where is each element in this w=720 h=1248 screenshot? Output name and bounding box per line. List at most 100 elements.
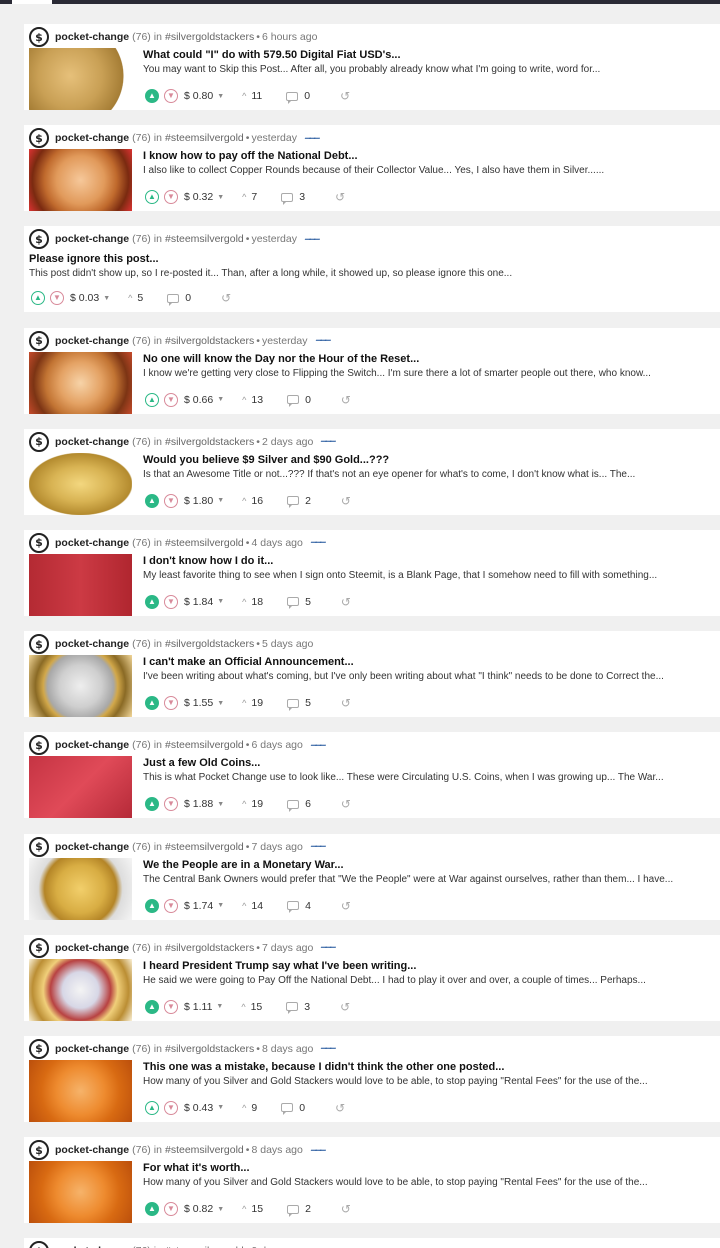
- post-thumbnail[interactable]: [29, 48, 132, 110]
- comment-count[interactable]: 0: [185, 292, 191, 304]
- comment-count[interactable]: 5: [305, 697, 311, 709]
- comment-icon[interactable]: [287, 597, 300, 610]
- post-thumbnail[interactable]: [29, 857, 132, 920]
- post-card[interactable]: $ pocket-change (76) in #steemsilvergold…: [24, 833, 720, 920]
- post-title[interactable]: Would you believe $9 Silver and $90 Gold…: [143, 454, 712, 466]
- author-link[interactable]: pocket-change: [55, 1043, 129, 1055]
- chevron-down-icon[interactable]: ▼: [217, 1206, 224, 1213]
- author-link[interactable]: pocket-change: [55, 335, 129, 347]
- comment-icon[interactable]: [287, 698, 300, 711]
- comment-icon[interactable]: [287, 1204, 300, 1217]
- comment-count[interactable]: 0: [299, 1102, 305, 1114]
- post-excerpt[interactable]: This is what Pocket Change use to look l…: [143, 772, 712, 783]
- resteem-icon[interactable]: ↺: [341, 797, 351, 811]
- vote-count[interactable]: 16: [251, 495, 263, 507]
- post-body[interactable]: Would you believe $9 Silver and $90 Gold…: [143, 454, 712, 480]
- vote-count[interactable]: 11: [251, 90, 262, 102]
- category-tag[interactable]: #silvergoldstackers: [165, 31, 254, 43]
- post-card[interactable]: $ pocket-change (76) in #steemsilvergold…: [24, 529, 720, 616]
- upvote-icon[interactable]: ▲: [145, 1100, 159, 1115]
- downvote-icon[interactable]: ▼: [164, 898, 178, 913]
- post-body[interactable]: This one was a mistake, because I didn't…: [143, 1061, 712, 1087]
- post-card[interactable]: $ pocket-change (76) in #steemsilvergold…: [24, 125, 720, 212]
- post-card[interactable]: $ pocket-change (76) in #silvergoldstack…: [24, 327, 720, 414]
- vote-count[interactable]: 14: [251, 900, 263, 912]
- post-timestamp[interactable]: 8 days ago: [251, 1144, 302, 1156]
- dollar-avatar-icon[interactable]: $: [29, 836, 49, 857]
- payout-value[interactable]: $ 0.43: [184, 1102, 213, 1114]
- comment-count[interactable]: 3: [299, 191, 305, 203]
- comment-icon[interactable]: [286, 1002, 299, 1015]
- dollar-avatar-icon[interactable]: $: [29, 229, 49, 250]
- post-timestamp[interactable]: yesterday: [251, 233, 297, 245]
- post-excerpt[interactable]: I've been writing about what's coming, b…: [143, 671, 712, 682]
- resteem-icon[interactable]: ↺: [340, 1000, 350, 1014]
- post-thumbnail[interactable]: [29, 149, 132, 212]
- comment-count[interactable]: 6: [305, 798, 311, 810]
- post-card[interactable]: $ pocket-change (76) in #silvergoldstack…: [24, 24, 720, 110]
- post-excerpt[interactable]: You may want to Skip this Post... After …: [143, 64, 712, 75]
- post-card[interactable]: $ pocket-change (76) in #steemsilvergold…: [24, 226, 720, 313]
- category-tag[interactable]: #silvergoldstackers: [165, 335, 254, 347]
- post-excerpt[interactable]: How many of you Silver and Gold Stackers…: [143, 1076, 712, 1087]
- comment-count[interactable]: 3: [304, 1001, 310, 1013]
- payout-value[interactable]: $ 0.32: [184, 191, 213, 203]
- dollar-avatar-icon[interactable]: $: [29, 1140, 49, 1161]
- upvote-icon[interactable]: ▲: [145, 493, 159, 508]
- category-tag[interactable]: #steemsilvergold: [165, 739, 244, 751]
- post-title[interactable]: What could "I" do with 579.50 Digital Fi…: [143, 49, 712, 61]
- comment-icon[interactable]: [286, 91, 299, 104]
- downvote-icon[interactable]: ▼: [164, 392, 178, 407]
- post-card[interactable]: $ pocket-change (76) in #silvergoldstack…: [24, 631, 720, 718]
- resteem-icon[interactable]: ↺: [341, 494, 351, 508]
- author-link[interactable]: pocket-change: [55, 638, 129, 650]
- post-excerpt[interactable]: The Central Bank Owners would prefer tha…: [143, 874, 712, 885]
- post-title[interactable]: Just a few Old Coins...: [143, 757, 712, 769]
- post-timestamp[interactable]: 2 days ago: [262, 436, 313, 448]
- post-title[interactable]: I heard President Trump say what I've be…: [143, 960, 712, 972]
- post-thumbnail[interactable]: [29, 351, 132, 414]
- category-tag[interactable]: #silvergoldstackers: [165, 638, 254, 650]
- payout-value[interactable]: $ 0.66: [184, 394, 213, 406]
- post-body[interactable]: What could "I" do with 579.50 Digital Fi…: [143, 49, 712, 75]
- post-timestamp[interactable]: 5 days ago: [262, 638, 313, 650]
- author-link[interactable]: pocket-change: [55, 739, 129, 751]
- vote-count[interactable]: 15: [251, 1001, 263, 1013]
- vote-count[interactable]: 7: [251, 191, 257, 203]
- vote-count[interactable]: 9: [251, 1102, 257, 1114]
- chevron-down-icon[interactable]: ▼: [216, 1003, 223, 1010]
- post-timestamp[interactable]: 8 days ago: [262, 1043, 313, 1055]
- downvote-icon[interactable]: ▼: [50, 291, 64, 306]
- post-card[interactable]: $ pocket-change (76) in #silvergoldstack…: [24, 934, 720, 1021]
- payout-value[interactable]: $ 1.55: [184, 697, 213, 709]
- author-link[interactable]: pocket-change: [55, 31, 129, 43]
- chevron-down-icon[interactable]: ▼: [217, 801, 224, 808]
- upvote-icon[interactable]: ▲: [145, 797, 159, 812]
- post-card[interactable]: $ pocket-change (76) in #steemsilvergold…: [24, 732, 720, 819]
- post-title[interactable]: I know how to pay off the National Debt.…: [143, 150, 712, 162]
- post-body[interactable]: We the People are in a Monetary War... T…: [143, 859, 712, 885]
- post-title[interactable]: This one was a mistake, because I didn't…: [143, 1061, 712, 1073]
- post-title[interactable]: Please ignore this post...: [29, 253, 712, 265]
- dollar-avatar-icon[interactable]: $: [29, 937, 49, 958]
- dollar-avatar-icon[interactable]: $: [29, 634, 49, 655]
- post-card[interactable]: $ pocket-change (76) in #silvergoldstack…: [24, 1035, 720, 1122]
- upvote-icon[interactable]: ▲: [145, 594, 159, 609]
- chevron-down-icon[interactable]: ▼: [217, 700, 224, 707]
- post-body[interactable]: Just a few Old Coins... This is what Poc…: [143, 757, 712, 783]
- upvote-icon[interactable]: ▲: [145, 190, 159, 205]
- resteem-icon[interactable]: ↺: [335, 1101, 345, 1115]
- post-thumbnail[interactable]: [29, 655, 132, 718]
- dollar-avatar-icon[interactable]: $: [29, 330, 49, 351]
- vote-count[interactable]: 19: [251, 798, 263, 810]
- downvote-icon[interactable]: ▼: [164, 190, 178, 205]
- post-timestamp[interactable]: 6 days ago: [251, 739, 302, 751]
- resteem-icon[interactable]: ↺: [340, 89, 350, 103]
- post-title[interactable]: I don't know how I do it...: [143, 555, 712, 567]
- dollar-avatar-icon[interactable]: $: [29, 735, 49, 756]
- dollar-avatar-icon[interactable]: $: [29, 128, 49, 149]
- post-thumbnail[interactable]: [29, 452, 132, 515]
- vote-count[interactable]: 15: [251, 1203, 263, 1215]
- comment-count[interactable]: 0: [304, 90, 310, 102]
- comment-icon[interactable]: [281, 1103, 294, 1116]
